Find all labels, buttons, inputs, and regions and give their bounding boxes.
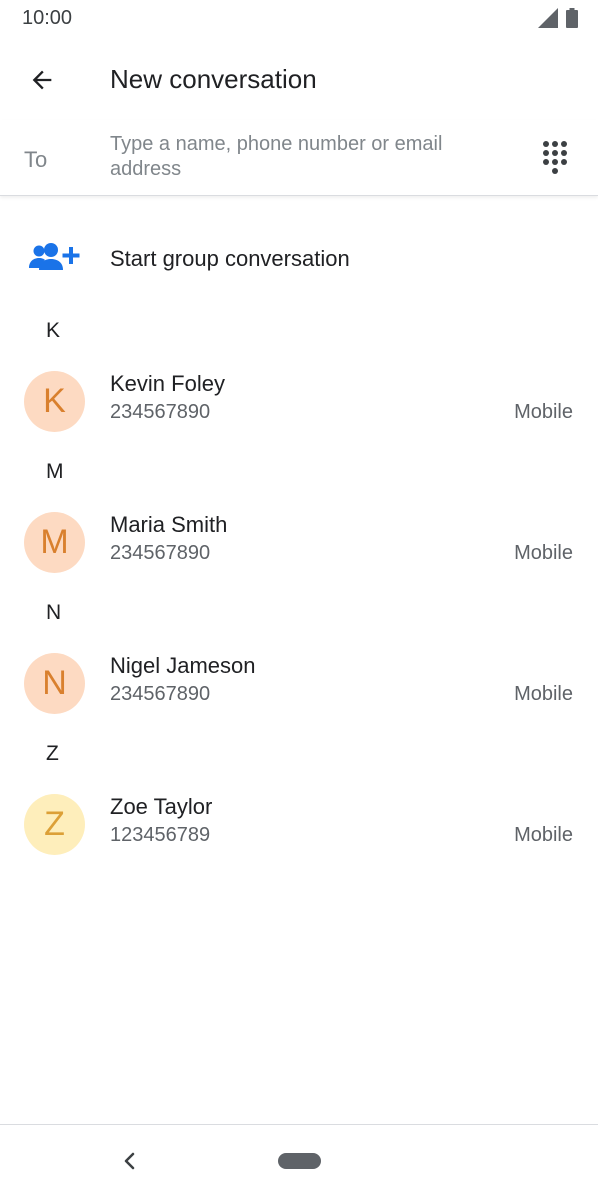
contact-number-type: Mobile xyxy=(514,824,573,846)
battery-icon xyxy=(566,8,578,28)
dialpad-icon xyxy=(543,141,567,174)
arrow-back-icon xyxy=(32,70,52,90)
app-bar: New conversation xyxy=(0,38,598,120)
contact-name: Maria Smith xyxy=(110,512,228,537)
status-bar: 10:00 xyxy=(0,0,598,38)
status-time: 10:00 xyxy=(22,7,73,29)
avatar: K xyxy=(24,371,85,432)
avatar: N xyxy=(24,653,85,714)
contact-row[interactable]: M Maria Smith 234567890 Mobile xyxy=(0,494,598,590)
start-group-conversation-label: Start group conversation xyxy=(110,246,350,271)
status-icons xyxy=(538,8,578,28)
contact-number: 234567890 xyxy=(110,683,211,705)
section-header-n: N xyxy=(46,601,62,624)
contact-name: Zoe Taylor xyxy=(110,794,213,819)
contact-number: 234567890 xyxy=(110,542,211,564)
back-button[interactable] xyxy=(20,58,64,102)
avatar: M xyxy=(24,512,85,573)
contact-number: 234567890 xyxy=(110,401,211,423)
dialpad-button[interactable] xyxy=(532,136,578,182)
cellular-signal-icon xyxy=(538,8,558,28)
page-title: New conversation xyxy=(110,64,317,94)
contact-number-type: Mobile xyxy=(514,401,573,423)
contact-row[interactable]: K Kevin Foley 234567890 Mobile xyxy=(0,353,598,449)
contact-number: 123456789 xyxy=(110,824,211,846)
start-group-conversation-button[interactable]: Start group conversation xyxy=(0,222,598,296)
recipient-row: To Type a name, phone number or email ad… xyxy=(0,120,598,196)
nav-home-pill[interactable] xyxy=(278,1153,321,1169)
section-header-k: K xyxy=(46,319,61,342)
group-add-icon xyxy=(29,243,80,270)
avatar: Z xyxy=(24,794,85,855)
contact-number-type: Mobile xyxy=(514,542,573,564)
contact-row[interactable]: N Nigel Jameson 234567890 Mobile xyxy=(0,635,598,731)
section-header-m: M xyxy=(46,460,64,483)
to-label: To xyxy=(24,147,48,172)
nav-back-icon[interactable] xyxy=(116,1147,144,1175)
contact-number-type: Mobile xyxy=(514,683,573,705)
contact-name: Kevin Foley xyxy=(110,371,225,396)
contact-row[interactable]: Z Zoe Taylor 123456789 Mobile xyxy=(0,776,598,872)
contact-name: Nigel Jameson xyxy=(110,653,256,678)
recipient-input[interactable]: Type a name, phone number or email addre… xyxy=(110,132,490,186)
system-navigation-bar xyxy=(0,1124,598,1196)
section-header-z: Z xyxy=(46,742,59,765)
